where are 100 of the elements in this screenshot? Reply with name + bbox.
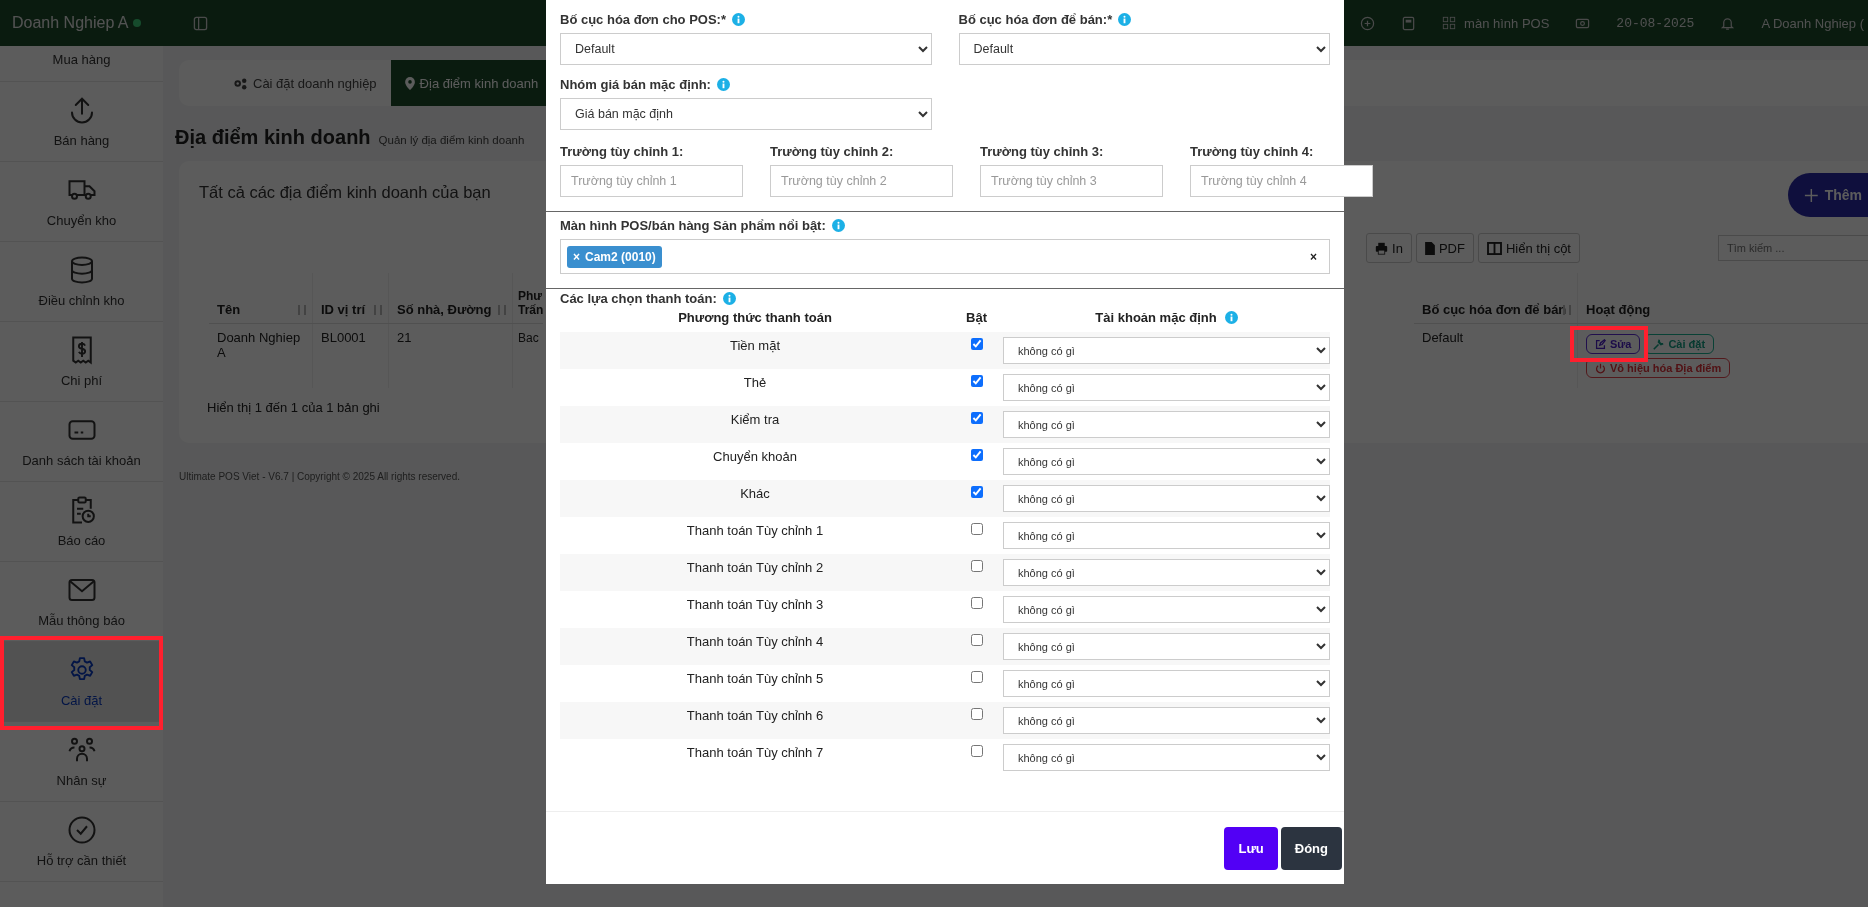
checkbox[interactable]: [970, 338, 983, 350]
sidebar-item[interactable]: Bán hàng: [0, 82, 163, 162]
bell-icon[interactable]: [1720, 15, 1736, 31]
select-field[interactable]: không có gì: [1003, 448, 1330, 475]
column-header[interactable]: Phư Trấn: [518, 289, 544, 317]
column-header[interactable]: ID vị trí: [321, 302, 366, 317]
payment-method: Thẻ: [743, 375, 767, 390]
checkbox[interactable]: [970, 412, 983, 424]
checkbox[interactable]: [970, 560, 983, 572]
action-button[interactable]: Vô hiệu hóa Địa điểm: [1586, 358, 1731, 378]
sort-icon[interactable]: [298, 305, 306, 315]
page-title: Địa điểm kinh doanh: [175, 126, 371, 149]
wrench-icon: [1653, 338, 1665, 350]
select-field[interactable]: Giá bán mặc định: [560, 98, 932, 130]
add-button[interactable]: Thêm: [1788, 173, 1868, 217]
action-button[interactable]: Sửa: [1586, 334, 1641, 354]
checkbox[interactable]: [970, 597, 983, 609]
select-field[interactable]: không có gì: [1003, 337, 1330, 364]
info-icon[interactable]: [722, 292, 736, 305]
payment-method: Kiểm tra: [730, 412, 780, 427]
sidebar-item[interactable]: Chuyển kho: [0, 162, 163, 242]
toolbar-button[interactable]: PDF: [1415, 233, 1474, 263]
info-icon[interactable]: [1224, 311, 1238, 324]
sidebar-item[interactable]: Nhân sự: [0, 722, 163, 802]
checkbox[interactable]: [970, 486, 983, 498]
select-field[interactable]: không có gì: [1003, 485, 1330, 512]
select-field[interactable]: không có gì: [1003, 559, 1330, 586]
checkbox[interactable]: [970, 708, 983, 720]
checkbox[interactable]: [970, 634, 983, 646]
column-header[interactable]: Tên: [217, 302, 241, 317]
input-field[interactable]: Trường tùy chỉnh 2: [770, 165, 953, 197]
grid-icon: [1442, 16, 1457, 30]
payment-method: Tiền mặt: [729, 338, 781, 353]
select-field[interactable]: Default: [560, 33, 932, 65]
payment-method: Khác: [740, 486, 770, 501]
select-field[interactable]: không có gì: [1003, 411, 1330, 438]
info-icon[interactable]: [732, 13, 745, 26]
calculator-icon[interactable]: [1401, 15, 1417, 31]
plus-icon: [1804, 186, 1819, 204]
column-header[interactable]: Số nhà, Đường: [397, 302, 492, 317]
card-title: Tất cả các địa điểm kinh doanh của bạn: [199, 183, 491, 202]
select-field[interactable]: không có gì: [1003, 633, 1330, 660]
select-field[interactable]: không có gì: [1003, 744, 1330, 771]
payment-method: Thanh toán Tùy chỉnh 4: [686, 634, 824, 649]
toolbar-button[interactable]: Hiển thị cột: [1477, 233, 1580, 263]
checkbox[interactable]: [970, 449, 983, 461]
toolbar-button[interactable]: In: [1366, 233, 1412, 263]
column-header: Hoạt động: [1586, 302, 1651, 317]
select-field[interactable]: không có gì: [1003, 596, 1330, 623]
sidebar-item[interactable]: Hỗ trợ cần thiết: [0, 802, 163, 882]
field-label: Màn hình POS/bán hàng Sản phẩm nổi bật:: [560, 218, 826, 233]
field-label: Trường tùy chỉnh 1:: [560, 144, 684, 159]
save-button[interactable]: Lưu: [1224, 826, 1278, 870]
sidebar-item[interactable]: Báo cáo: [0, 482, 163, 562]
close-button[interactable]: Đóng: [1280, 826, 1342, 870]
info-icon[interactable]: [1118, 13, 1132, 26]
checkbox[interactable]: [970, 671, 983, 683]
table-cell: Bac: [518, 331, 539, 345]
tag-chip[interactable]: × Cam2 (0010): [567, 245, 662, 268]
payment-method: Chuyển khoản: [713, 449, 797, 464]
info-icon[interactable]: [831, 219, 845, 232]
payment-method: Thanh toán Tùy chỉnh 3: [686, 597, 824, 612]
field-label: Nhóm giá bán mặc định:: [560, 77, 711, 92]
field-label: Các lựa chọn thanh toán:: [560, 291, 717, 306]
select-field[interactable]: không có gì: [1003, 522, 1330, 549]
field-label: Trường tùy chỉnh 4:: [1190, 144, 1314, 159]
sidebar-item[interactable]: Danh sách tài khoản: [0, 402, 163, 482]
user-menu[interactable]: A Doanh Nghiep (: [1761, 15, 1864, 31]
check-circle-icon: [66, 815, 97, 845]
sidebar-item[interactable]: Chi phí: [0, 322, 163, 402]
field-label: Trường tùy chỉnh 3:: [980, 144, 1104, 159]
pos-link[interactable]: màn hình POS: [1464, 15, 1550, 31]
sort-icon[interactable]: [498, 305, 506, 315]
gears-icon: [233, 76, 248, 90]
sidebar-toggle-icon[interactable]: [193, 15, 208, 31]
sidebar-item[interactable]: Điều chỉnh kho: [0, 242, 163, 322]
sidebar-item[interactable]: Mua hàng: [0, 46, 163, 82]
checkbox[interactable]: [970, 375, 983, 387]
sort-icon[interactable]: [374, 305, 382, 315]
select-field[interactable]: không có gì: [1003, 670, 1330, 697]
table-info: Hiển thị 1 đến 1 của 1 bản ghi: [206, 400, 381, 415]
printer-icon: [1375, 241, 1389, 255]
field-label: Bố cục hóa đơn cho POS:*: [560, 12, 726, 27]
checkbox[interactable]: [970, 745, 983, 757]
clear-button[interactable]: ×: [1310, 249, 1317, 264]
checkbox[interactable]: [970, 523, 983, 535]
select-field[interactable]: không có gì: [1003, 374, 1330, 401]
input-field[interactable]: Trường tùy chỉnh 3: [980, 165, 1163, 197]
info-icon[interactable]: [716, 78, 730, 91]
select-field[interactable]: Default: [958, 33, 1330, 65]
plus-circle-icon[interactable]: [1360, 15, 1376, 31]
tab[interactable]: Cài đặt doanh nghiệp: [219, 60, 391, 106]
column-header: Tài khoản mặc định: [1095, 310, 1217, 325]
payment-method: Thanh toán Tùy chỉnh 7: [686, 745, 824, 760]
input-field[interactable]: Trường tùy chỉnh 4: [1190, 165, 1373, 197]
tag-input-field[interactable]: × Cam2 (0010) ×: [560, 239, 1330, 274]
select-field[interactable]: không có gì: [1003, 707, 1330, 734]
input-field[interactable]: Trường tùy chỉnh 1: [560, 165, 743, 197]
date-display: 20-08-2025: [1616, 15, 1695, 31]
map-pin-icon: [404, 76, 415, 90]
